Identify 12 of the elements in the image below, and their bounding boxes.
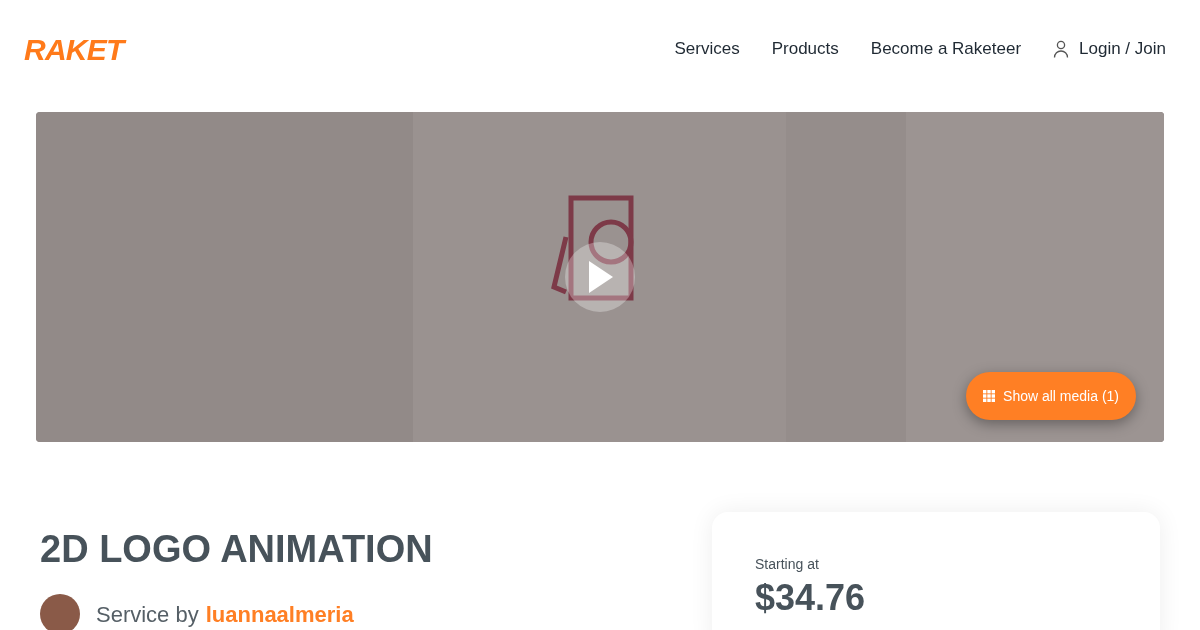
starting-at-label: Starting at (755, 555, 820, 574)
user-icon (1053, 40, 1070, 58)
login-link[interactable]: Login / Join (1053, 36, 1166, 62)
nav-link[interactable]: Become a Raketeer (870, 36, 1022, 62)
seller-avatar (40, 594, 80, 630)
nav-link[interactable]: Services (674, 36, 740, 62)
nav-link[interactable]: Products (771, 36, 839, 62)
service-by-label: Service by (96, 600, 199, 629)
grid-icon (983, 390, 996, 402)
play-button[interactable] (565, 242, 635, 312)
service-title: 2D LOGO ANIMATION (40, 530, 434, 568)
price: $34.76 (755, 576, 867, 620)
